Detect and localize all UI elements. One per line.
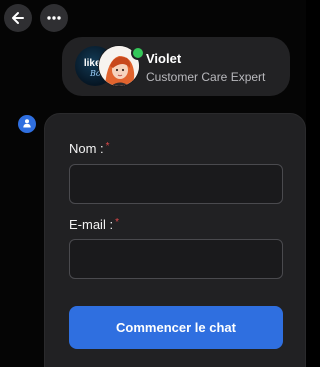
- name-label: Nom : *: [69, 141, 110, 156]
- required-marker: *: [105, 141, 110, 152]
- name-input[interactable]: [69, 164, 283, 204]
- arrow-left-icon: [10, 10, 26, 26]
- email-label-text: E-mail :: [69, 217, 114, 232]
- user-icon: [22, 115, 32, 133]
- online-status-dot: [133, 48, 143, 58]
- start-chat-button[interactable]: Commencer le chat: [69, 306, 283, 349]
- more-options-button[interactable]: [40, 4, 68, 32]
- required-marker: *: [115, 217, 119, 228]
- agent-avatars: likes Bot: [75, 46, 143, 86]
- agent-card: likes Bot Violet Customer Care Expert: [62, 37, 290, 96]
- email-input[interactable]: [69, 239, 283, 279]
- chat-widget: likes Bot Violet Customer Care Expert No…: [0, 0, 306, 367]
- bot-avatar: [18, 115, 36, 133]
- more-horizontal-icon: [46, 10, 62, 26]
- agent-name: Violet: [146, 51, 182, 66]
- back-button[interactable]: [4, 4, 32, 32]
- agent-role: Customer Care Expert: [146, 70, 266, 84]
- prechat-form: Nom : * E-mail : * Commencer le chat: [44, 113, 306, 367]
- email-label: E-mail : *: [69, 217, 119, 232]
- name-label-text: Nom :: [69, 141, 104, 156]
